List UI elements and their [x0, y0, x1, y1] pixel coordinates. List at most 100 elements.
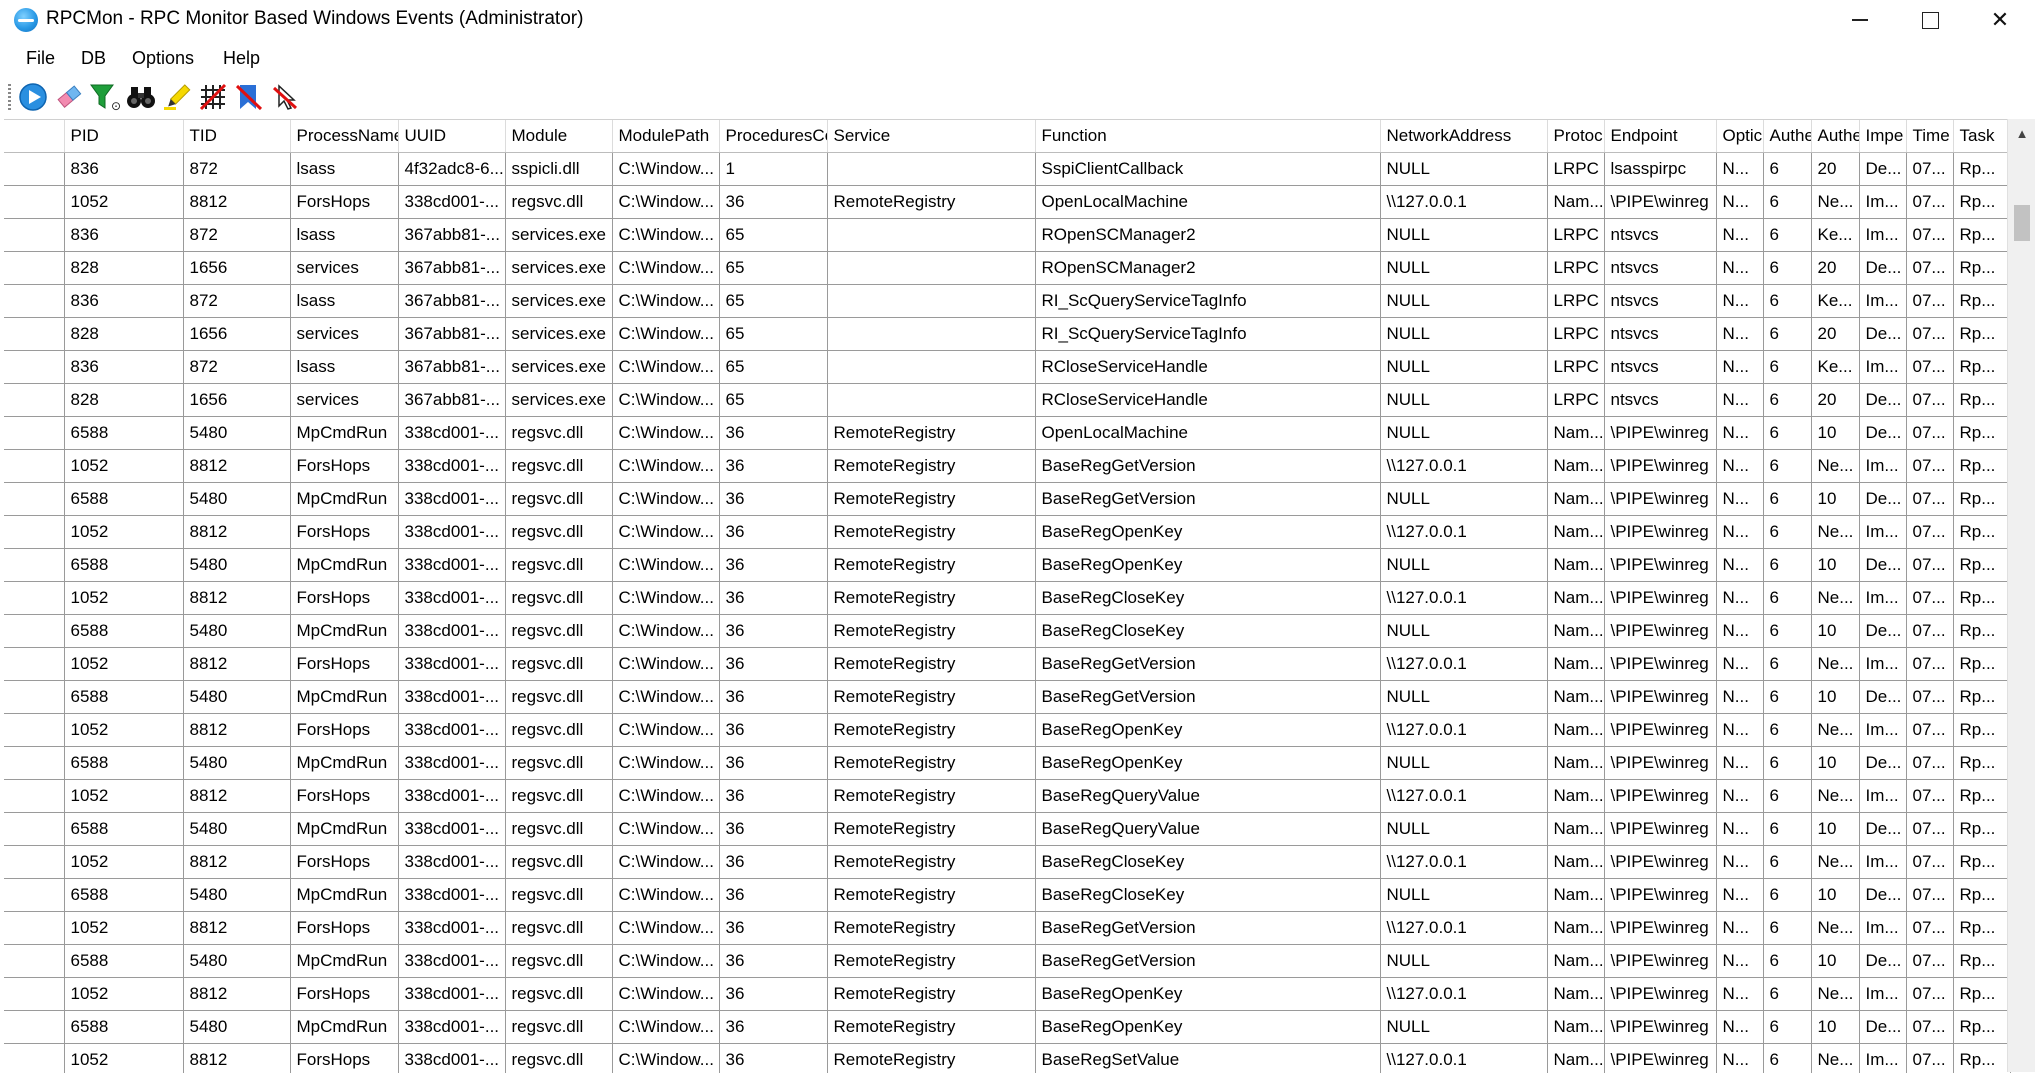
cell-network-address[interactable]: NULL: [1380, 252, 1547, 285]
cell-service[interactable]: RemoteRegistry: [827, 780, 1035, 813]
cell-tid[interactable]: 8812: [183, 582, 290, 615]
cell-pid[interactable]: 6588: [64, 483, 183, 516]
cell-network-address[interactable]: NULL: [1380, 681, 1547, 714]
cell-impersonation[interactable]: Im...: [1859, 648, 1906, 681]
cell-authn-service[interactable]: 20: [1811, 384, 1859, 417]
cell-module-path[interactable]: C:\Window...: [612, 318, 719, 351]
column-header-protocol[interactable]: Protoc: [1547, 120, 1604, 153]
table-row[interactable]: 65885480MpCmdRun338cd001-...regsvc.dllC:…: [4, 945, 2010, 978]
cell-endpoint[interactable]: \PIPE\winreg: [1604, 780, 1716, 813]
cell-pid[interactable]: 836: [64, 285, 183, 318]
start-button[interactable]: [16, 81, 50, 113]
table-row[interactable]: 836872lsass367abb81-...services.exeC:\Wi…: [4, 351, 2010, 384]
cell-module-path[interactable]: C:\Window...: [612, 1011, 719, 1044]
cell-tid[interactable]: 5480: [183, 945, 290, 978]
cell-options[interactable]: N...: [1716, 417, 1763, 450]
cell-function[interactable]: BaseRegOpenKey: [1035, 978, 1380, 1011]
cell-uuid[interactable]: 338cd001-...: [398, 780, 505, 813]
cell-impersonation[interactable]: Im...: [1859, 714, 1906, 747]
cell-module-path[interactable]: C:\Window...: [612, 153, 719, 186]
cell-uuid[interactable]: 338cd001-...: [398, 912, 505, 945]
cell-uuid[interactable]: 338cd001-...: [398, 681, 505, 714]
cell-protocol[interactable]: Nam...: [1547, 186, 1604, 219]
cell-function[interactable]: BaseRegQueryValue: [1035, 780, 1380, 813]
column-header-task[interactable]: Task: [1953, 120, 2010, 153]
cell-function[interactable]: BaseRegCloseKey: [1035, 846, 1380, 879]
row-header-cell[interactable]: [4, 516, 64, 549]
cell-task[interactable]: Rp...: [1953, 648, 2010, 681]
cell-module[interactable]: services.exe: [505, 285, 612, 318]
cell-impersonation[interactable]: Im...: [1859, 582, 1906, 615]
cell-module-path[interactable]: C:\Window...: [612, 186, 719, 219]
row-header-cell[interactable]: [4, 747, 64, 780]
cell-tid[interactable]: 5480: [183, 813, 290, 846]
cell-service[interactable]: RemoteRegistry: [827, 450, 1035, 483]
cell-module-path[interactable]: C:\Window...: [612, 615, 719, 648]
cell-endpoint[interactable]: \PIPE\winreg: [1604, 582, 1716, 615]
cell-network-address[interactable]: NULL: [1380, 945, 1547, 978]
cell-protocol[interactable]: LRPC: [1547, 318, 1604, 351]
cell-network-address[interactable]: \\127.0.0.1: [1380, 978, 1547, 1011]
cell-module-path[interactable]: C:\Window...: [612, 219, 719, 252]
cell-pid[interactable]: 6588: [64, 945, 183, 978]
cell-tid[interactable]: 8812: [183, 714, 290, 747]
cell-service[interactable]: RemoteRegistry: [827, 747, 1035, 780]
cell-procedures-count[interactable]: 36: [719, 714, 827, 747]
cell-procedures-count[interactable]: 36: [719, 450, 827, 483]
column-header-authn-service[interactable]: Authe: [1811, 120, 1859, 153]
cell-time[interactable]: 07...: [1906, 747, 1953, 780]
cell-module[interactable]: regsvc.dll: [505, 549, 612, 582]
cell-protocol[interactable]: LRPC: [1547, 351, 1604, 384]
cell-endpoint[interactable]: \PIPE\winreg: [1604, 1044, 1716, 1073]
cell-module-path[interactable]: C:\Window...: [612, 714, 719, 747]
cell-impersonation[interactable]: Im...: [1859, 846, 1906, 879]
cell-options[interactable]: N...: [1716, 483, 1763, 516]
cell-task[interactable]: Rp...: [1953, 285, 2010, 318]
cell-protocol[interactable]: Nam...: [1547, 813, 1604, 846]
cell-options[interactable]: N...: [1716, 252, 1763, 285]
cell-pid[interactable]: 6588: [64, 681, 183, 714]
cell-protocol[interactable]: Nam...: [1547, 648, 1604, 681]
cell-service[interactable]: RemoteRegistry: [827, 945, 1035, 978]
cell-pid[interactable]: 836: [64, 153, 183, 186]
cell-function[interactable]: BaseRegGetVersion: [1035, 648, 1380, 681]
table-row[interactable]: 65885480MpCmdRun338cd001-...regsvc.dllC:…: [4, 681, 2010, 714]
cell-endpoint[interactable]: \PIPE\winreg: [1604, 417, 1716, 450]
row-header-cell[interactable]: [4, 846, 64, 879]
cell-protocol[interactable]: Nam...: [1547, 681, 1604, 714]
find-button[interactable]: [124, 81, 158, 113]
cell-function[interactable]: SspiClientCallback: [1035, 153, 1380, 186]
cell-process-name[interactable]: MpCmdRun: [290, 945, 398, 978]
cell-function[interactable]: BaseRegGetVersion: [1035, 483, 1380, 516]
cell-network-address[interactable]: NULL: [1380, 153, 1547, 186]
cell-tid[interactable]: 1656: [183, 384, 290, 417]
cell-time[interactable]: 07...: [1906, 945, 1953, 978]
cell-pid[interactable]: 6588: [64, 813, 183, 846]
cell-pid[interactable]: 1052: [64, 186, 183, 219]
cell-process-name[interactable]: MpCmdRun: [290, 417, 398, 450]
cell-tid[interactable]: 8812: [183, 912, 290, 945]
menu-db[interactable]: DB: [81, 48, 106, 69]
cell-task[interactable]: Rp...: [1953, 978, 2010, 1011]
cell-process-name[interactable]: services: [290, 384, 398, 417]
cell-protocol[interactable]: LRPC: [1547, 252, 1604, 285]
cell-uuid[interactable]: 338cd001-...: [398, 1011, 505, 1044]
cell-protocol[interactable]: Nam...: [1547, 582, 1604, 615]
clear-grid-button[interactable]: [196, 81, 230, 113]
cell-procedures-count[interactable]: 65: [719, 252, 827, 285]
cell-time[interactable]: 07...: [1906, 1044, 1953, 1073]
cell-authn-service[interactable]: Ne...: [1811, 978, 1859, 1011]
cell-module[interactable]: regsvc.dll: [505, 912, 612, 945]
cell-module-path[interactable]: C:\Window...: [612, 681, 719, 714]
cell-network-address[interactable]: NULL: [1380, 351, 1547, 384]
cell-procedures-count[interactable]: 65: [719, 318, 827, 351]
cell-module[interactable]: regsvc.dll: [505, 582, 612, 615]
cell-impersonation[interactable]: Im...: [1859, 186, 1906, 219]
cell-network-address[interactable]: \\127.0.0.1: [1380, 648, 1547, 681]
cell-network-address[interactable]: NULL: [1380, 417, 1547, 450]
cell-procedures-count[interactable]: 36: [719, 978, 827, 1011]
cell-module[interactable]: services.exe: [505, 318, 612, 351]
cell-authn-level[interactable]: 6: [1763, 846, 1811, 879]
cell-options[interactable]: N...: [1716, 714, 1763, 747]
cell-endpoint[interactable]: \PIPE\winreg: [1604, 483, 1716, 516]
